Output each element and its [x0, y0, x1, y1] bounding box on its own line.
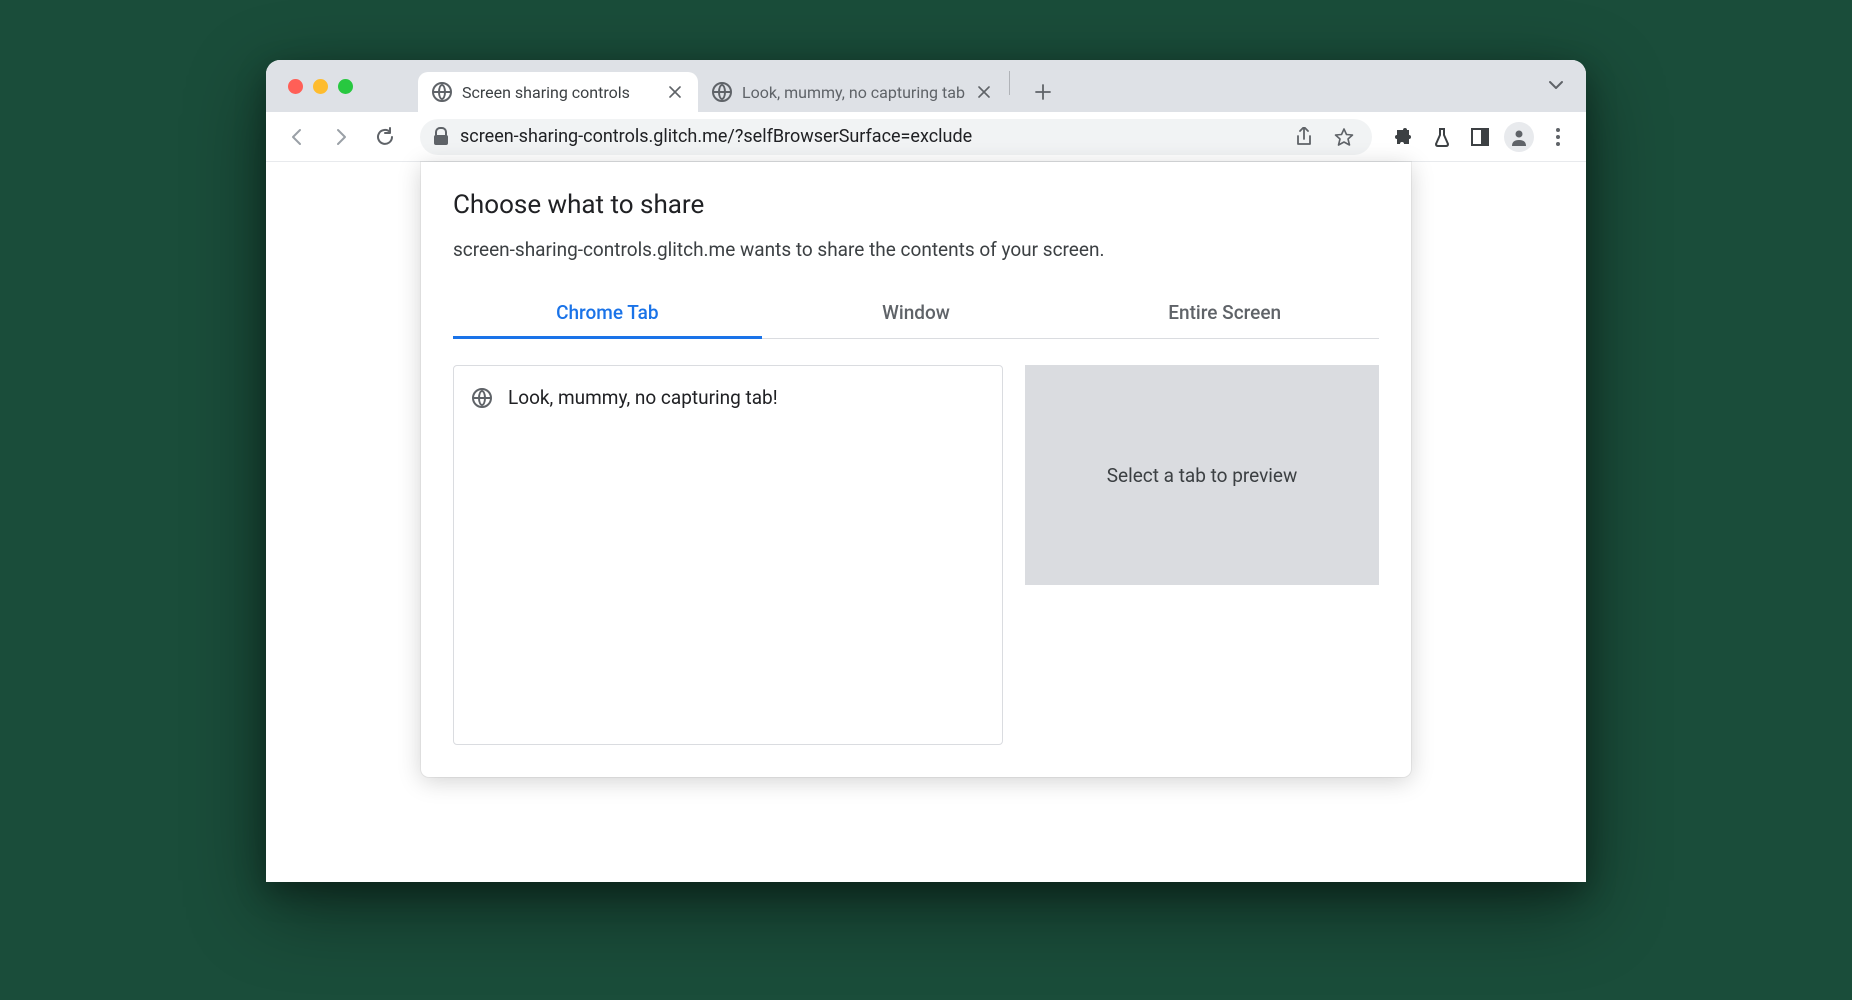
close-window-button[interactable]	[288, 79, 303, 94]
titlebar: Screen sharing controls Look, mummy, no …	[266, 60, 1586, 112]
side-panel-icon[interactable]	[1466, 123, 1494, 151]
new-tab-button[interactable]	[1024, 76, 1056, 108]
share-source-tabs: Chrome Tab Window Entire Screen	[453, 289, 1379, 339]
back-button[interactable]	[280, 120, 314, 154]
browser-tab-active[interactable]: Screen sharing controls	[418, 72, 698, 112]
menu-dots-icon[interactable]	[1544, 123, 1572, 151]
window-controls	[288, 79, 353, 94]
close-tab-button[interactable]	[666, 83, 684, 101]
close-tab-button[interactable]	[975, 83, 993, 101]
share-tab-window[interactable]: Window	[762, 289, 1071, 339]
labs-flask-icon[interactable]	[1428, 123, 1456, 151]
share-body: Look, mummy, no capturing tab! Select a …	[453, 365, 1379, 745]
extensions-puzzle-icon[interactable]	[1390, 123, 1418, 151]
tab-title: Look, mummy, no capturing tab	[742, 83, 965, 102]
url-text: screen-sharing-controls.glitch.me/?selfB…	[460, 126, 1278, 147]
forward-button[interactable]	[324, 120, 358, 154]
bookmark-star-icon[interactable]	[1330, 123, 1358, 151]
shareable-tab-item[interactable]: Look, mummy, no capturing tab!	[472, 380, 984, 415]
share-url-icon[interactable]	[1290, 123, 1318, 151]
toolbar: screen-sharing-controls.glitch.me/?selfB…	[266, 112, 1586, 162]
reload-button[interactable]	[368, 120, 402, 154]
browser-tabs: Screen sharing controls Look, mummy, no …	[418, 60, 1056, 112]
browser-tab-inactive[interactable]: Look, mummy, no capturing tab	[698, 72, 1007, 112]
globe-icon	[712, 82, 732, 102]
profile-avatar[interactable]	[1504, 122, 1534, 152]
address-bar[interactable]: screen-sharing-controls.glitch.me/?selfB…	[420, 119, 1372, 155]
maximize-window-button[interactable]	[338, 79, 353, 94]
shareable-tab-list: Look, mummy, no capturing tab!	[453, 365, 1003, 745]
share-tab-chrome-tab[interactable]: Chrome Tab	[453, 289, 762, 339]
dialog-subtitle: screen-sharing-controls.glitch.me wants …	[453, 238, 1379, 261]
page-content: Choose what to share screen-sharing-cont…	[266, 162, 1586, 882]
browser-window: Screen sharing controls Look, mummy, no …	[266, 60, 1586, 882]
dialog-title: Choose what to share	[453, 190, 1379, 220]
share-tab-entire-screen[interactable]: Entire Screen	[1070, 289, 1379, 339]
minimize-window-button[interactable]	[313, 79, 328, 94]
screen-share-dialog: Choose what to share screen-sharing-cont…	[421, 162, 1411, 777]
preview-placeholder: Select a tab to preview	[1107, 464, 1298, 487]
tab-title: Screen sharing controls	[462, 83, 656, 102]
tabs-dropdown-button[interactable]	[1548, 80, 1564, 90]
globe-icon	[432, 82, 452, 102]
globe-icon	[472, 388, 492, 408]
lock-icon	[434, 129, 448, 145]
preview-pane: Select a tab to preview	[1025, 365, 1379, 585]
shareable-tab-label: Look, mummy, no capturing tab!	[508, 386, 778, 409]
tab-separator	[1009, 71, 1010, 95]
